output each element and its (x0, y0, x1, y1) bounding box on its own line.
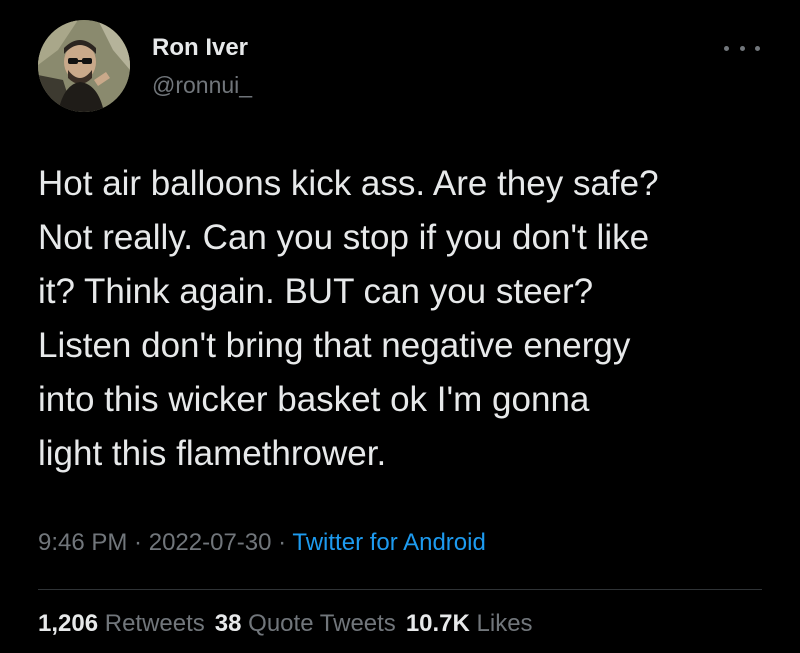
quote-tweets-count: 38 (214, 610, 242, 637)
tweet-metadata: 9:46 PM · 2022-07-30 · Twitter for Andro… (38, 529, 486, 557)
dot (739, 45, 745, 51)
dot (755, 45, 760, 51)
tweet-source-link[interactable]: Twitter for Android (292, 529, 485, 556)
quote-tweets-label: Quote Tweets (248, 610, 396, 637)
avatar[interactable] (38, 20, 130, 112)
likes-count: 10.7K (405, 610, 470, 637)
likes-stat[interactable]: 10.7K Likes (406, 610, 533, 637)
tweet-text-line: Listen don't bring that negative energy (38, 326, 631, 365)
tweet-text-line: Hot air balloons kick ass. Are they safe… (38, 164, 659, 203)
retweets-label: Retweets (104, 610, 205, 637)
tweet-text: Hot air balloons kick ass. Are they safe… (38, 157, 778, 481)
meta-separator: · (127, 529, 149, 556)
engagement-stats: 1,206 Retweets 38 Quote Tweets 10.7K Likes (38, 610, 533, 638)
tweet-text-line: Not really. Can you stop if you don't li… (38, 218, 650, 257)
author-name[interactable]: Ron Iver (152, 34, 248, 62)
more-options-icon[interactable] (724, 38, 760, 58)
meta-separator: · (271, 529, 293, 556)
tweet-card: Ron Iver @ronnui_ Hot air balloons kick … (0, 0, 800, 653)
divider (38, 589, 762, 590)
tweet-text-line: into this wicker basket ok I'm gonna (38, 380, 590, 419)
likes-label: Likes (476, 610, 533, 637)
tweet-text-line: it? Think again. BUT can you steer? (38, 272, 594, 311)
avatar-photo (38, 20, 130, 112)
retweets-stat[interactable]: 1,206 Retweets (38, 610, 205, 637)
retweets-count: 1,206 (38, 610, 99, 637)
quote-tweets-stat[interactable]: 38 Quote Tweets (215, 610, 396, 637)
tweet-text-line: light this flamethrower. (38, 434, 387, 473)
author-handle[interactable]: @ronnui_ (152, 72, 252, 99)
tweet-date[interactable]: 2022-07-30 (149, 529, 272, 556)
dot (724, 45, 729, 51)
tweet-time[interactable]: 9:46 PM (38, 529, 127, 556)
